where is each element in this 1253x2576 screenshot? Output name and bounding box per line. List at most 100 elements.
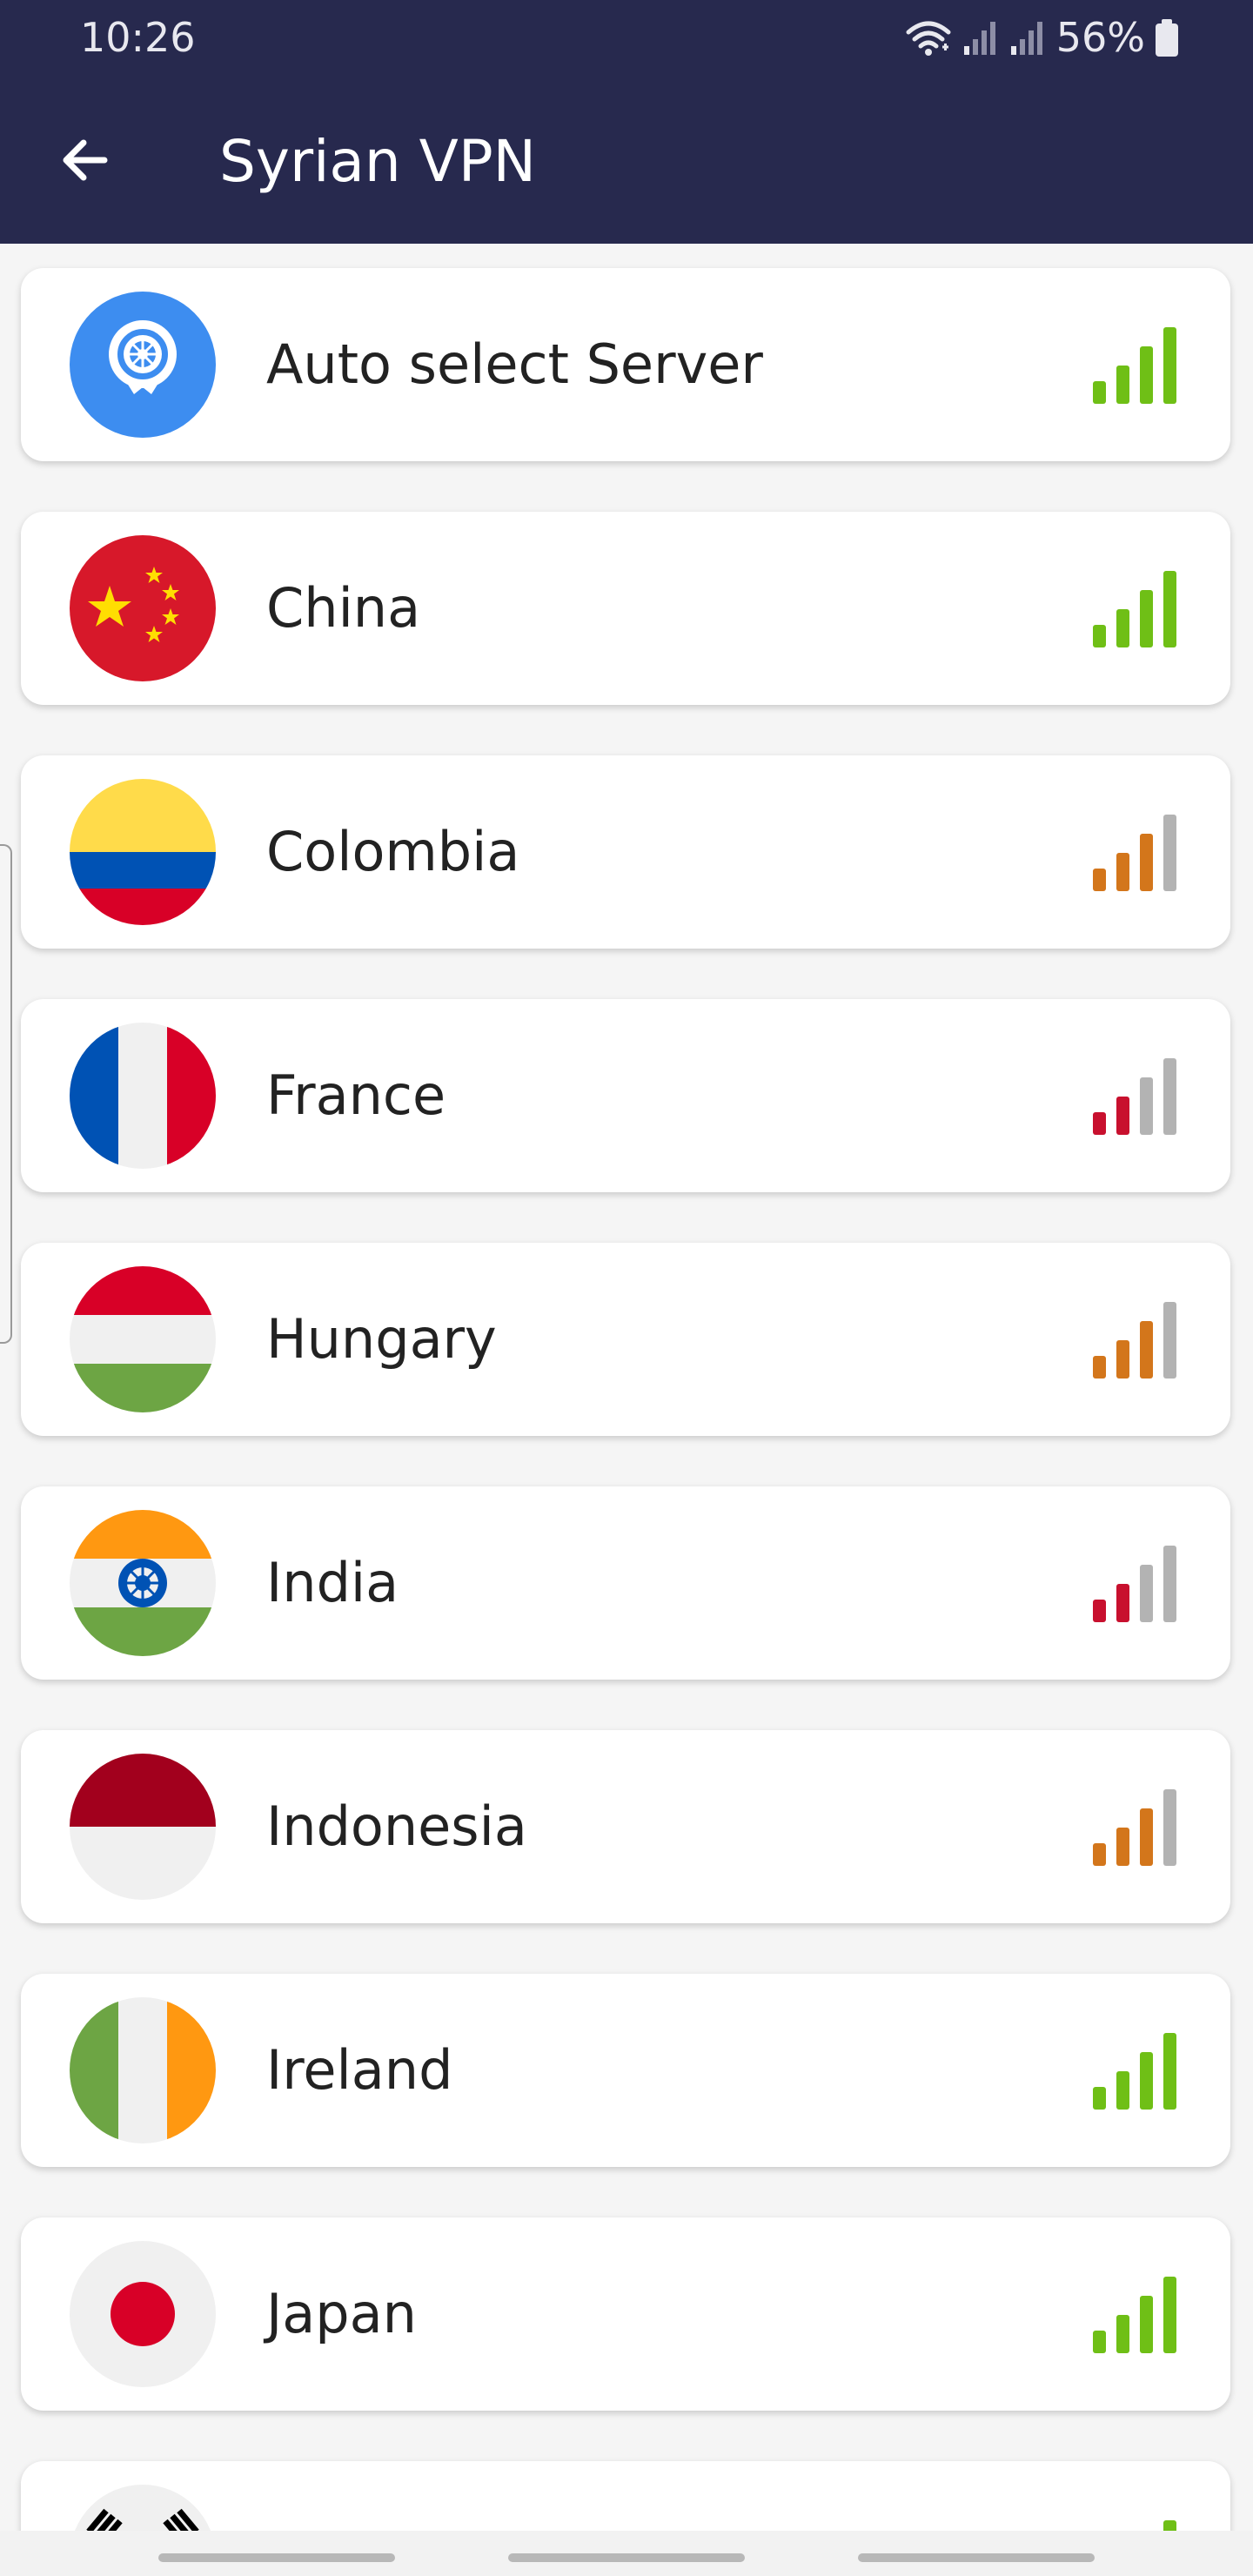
signal-bars bbox=[1093, 327, 1176, 404]
signal-bar bbox=[1163, 1789, 1176, 1866]
server-card-china[interactable]: China bbox=[21, 512, 1230, 705]
auto-server-icon bbox=[70, 292, 216, 438]
app-bar: Syrian VPN bbox=[0, 75, 1253, 244]
south-korea-flag-icon bbox=[70, 2485, 216, 2532]
signal-bars bbox=[1093, 2033, 1176, 2110]
server-card-japan[interactable]: Japan bbox=[21, 2217, 1230, 2411]
system-navigation-bar bbox=[0, 2531, 1253, 2576]
server-name: Auto select Server bbox=[266, 332, 763, 396]
signal-bar bbox=[1163, 1058, 1176, 1135]
signal-strength-icon bbox=[1091, 813, 1182, 891]
signal-bars bbox=[1093, 571, 1176, 647]
signal-bar bbox=[1163, 571, 1176, 647]
signal-strength-icon bbox=[1091, 1057, 1182, 1135]
ireland-flag-icon bbox=[70, 1997, 216, 2143]
signal-icon bbox=[962, 17, 1001, 58]
server-name: India bbox=[266, 1551, 399, 1614]
signal-bar bbox=[1093, 2331, 1106, 2353]
china-flag-icon bbox=[70, 535, 216, 681]
signal-bar bbox=[1093, 2087, 1106, 2110]
server-card-auto[interactable]: Auto select Server bbox=[21, 268, 1230, 461]
battery-percentage: 56% bbox=[1055, 14, 1145, 61]
signal-bar bbox=[1163, 1302, 1176, 1379]
server-card-hungary[interactable]: Hungary bbox=[21, 1243, 1230, 1436]
status-bar: 10:26 56% bbox=[0, 0, 1253, 75]
india-flag-icon bbox=[70, 1510, 216, 1656]
signal-strength-icon bbox=[1091, 569, 1182, 647]
signal-bar bbox=[1163, 815, 1176, 891]
signal-bar bbox=[1093, 625, 1106, 647]
colombia-flag-icon bbox=[70, 779, 216, 925]
signal-bar bbox=[1116, 2071, 1129, 2110]
signal-bar bbox=[1093, 1843, 1106, 1866]
france-flag-icon bbox=[70, 1023, 216, 1169]
signal-bars bbox=[1093, 2277, 1176, 2353]
signal-bar bbox=[1140, 1808, 1153, 1866]
hungary-flag-icon bbox=[70, 1266, 216, 1412]
server-card-colombia[interactable]: Colombia bbox=[21, 755, 1230, 949]
signal-bars bbox=[1093, 1302, 1176, 1379]
status-icons: 56% bbox=[903, 12, 1180, 63]
signal-bar bbox=[1140, 834, 1153, 891]
signal-bars bbox=[1093, 815, 1176, 891]
app-title: Syrian VPN bbox=[219, 128, 536, 195]
server-name: Ireland bbox=[266, 2038, 453, 2102]
signal-bar bbox=[1163, 2033, 1176, 2110]
signal-bar bbox=[1093, 1356, 1106, 1379]
arrow-left-icon bbox=[56, 131, 115, 193]
server-card-south-korea[interactable] bbox=[21, 2461, 1230, 2532]
signal-bar bbox=[1163, 327, 1176, 404]
status-time: 10:26 bbox=[80, 14, 196, 61]
signal-strength-icon bbox=[1091, 325, 1182, 404]
recent-apps-pill[interactable] bbox=[158, 2553, 395, 2562]
signal-bar bbox=[1116, 366, 1129, 404]
signal-bar bbox=[1116, 609, 1129, 647]
wifi-icon bbox=[903, 17, 954, 58]
signal-strength-icon bbox=[1091, 1300, 1182, 1379]
signal-bars bbox=[1093, 1546, 1176, 1622]
signal-bar bbox=[1140, 1321, 1153, 1379]
signal-bar bbox=[1140, 1565, 1153, 1622]
signal-icon bbox=[1009, 17, 1048, 58]
server-name: Indonesia bbox=[266, 1794, 527, 1858]
server-name: France bbox=[266, 1063, 446, 1127]
signal-bar bbox=[1093, 1112, 1106, 1135]
server-name: Hungary bbox=[266, 1307, 497, 1371]
signal-strength-icon bbox=[1091, 2031, 1182, 2110]
signal-bar bbox=[1140, 346, 1153, 404]
signal-bar bbox=[1163, 1546, 1176, 1622]
japan-flag-icon bbox=[70, 2241, 216, 2387]
server-card-france[interactable]: France bbox=[21, 999, 1230, 1192]
signal-bar bbox=[1140, 1077, 1153, 1135]
server-name: Colombia bbox=[266, 820, 520, 883]
server-name: China bbox=[266, 576, 421, 640]
server-name: Japan bbox=[266, 2282, 417, 2345]
home-pill[interactable] bbox=[508, 2553, 745, 2562]
signal-strength-icon bbox=[1091, 1544, 1182, 1622]
signal-bar bbox=[1116, 853, 1129, 891]
signal-bar bbox=[1116, 1340, 1129, 1379]
signal-bar bbox=[1093, 1600, 1106, 1622]
server-card-ireland[interactable]: Ireland bbox=[21, 1974, 1230, 2167]
signal-bar bbox=[1163, 2277, 1176, 2353]
server-list[interactable]: Auto select Server China Colombia France… bbox=[0, 244, 1253, 2532]
back-button[interactable] bbox=[42, 118, 129, 205]
signal-bar bbox=[1140, 2296, 1153, 2353]
server-card-indonesia[interactable]: Indonesia bbox=[21, 1730, 1230, 1923]
server-card-india[interactable]: India bbox=[21, 1486, 1230, 1680]
indonesia-flag-icon bbox=[70, 1754, 216, 1900]
signal-bars bbox=[1093, 1789, 1176, 1866]
signal-bar bbox=[1093, 869, 1106, 891]
signal-bar bbox=[1116, 2315, 1129, 2353]
signal-bar bbox=[1116, 1584, 1129, 1622]
signal-bar bbox=[1140, 590, 1153, 647]
signal-bar bbox=[1140, 2052, 1153, 2110]
back-pill[interactable] bbox=[858, 2553, 1095, 2562]
battery-icon bbox=[1154, 17, 1180, 58]
signal-bars bbox=[1093, 1058, 1176, 1135]
signal-bar bbox=[1116, 1097, 1129, 1135]
signal-bar bbox=[1116, 1828, 1129, 1866]
signal-strength-icon bbox=[1091, 1788, 1182, 1866]
signal-bar bbox=[1093, 381, 1106, 404]
signal-strength-icon bbox=[1091, 2275, 1182, 2353]
